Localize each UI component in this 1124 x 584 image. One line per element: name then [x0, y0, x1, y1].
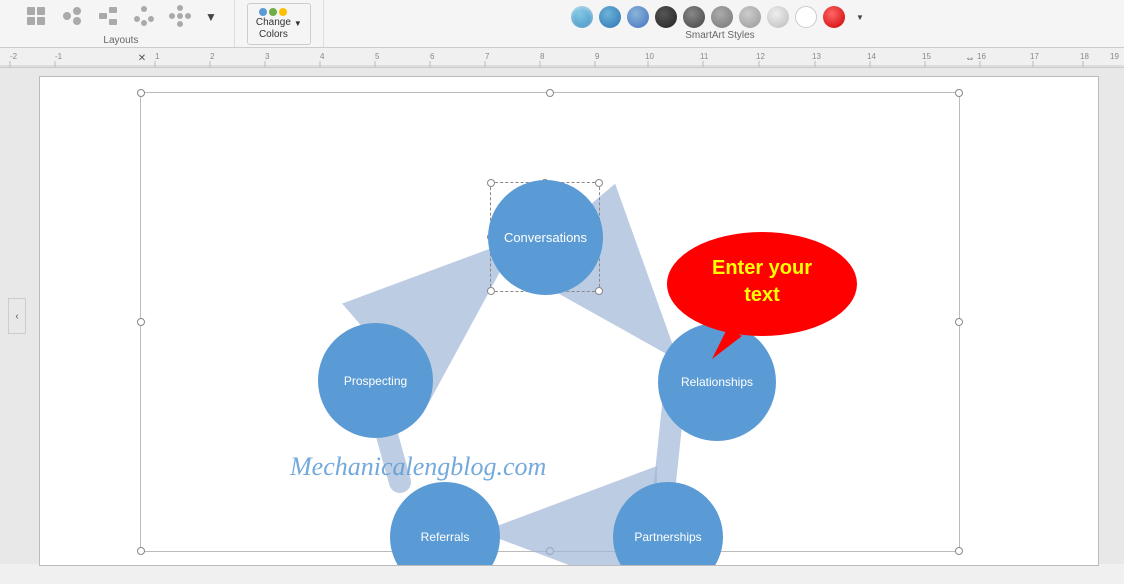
handle-tl[interactable] [137, 89, 145, 97]
svg-text:1: 1 [155, 52, 160, 61]
sidebar-collapse-button[interactable]: ‹ [8, 298, 26, 334]
ruler: ✕ -2 -1 1 2 3 4 5 6 7 8 9 1 [0, 48, 1124, 68]
change-label: Change [256, 17, 291, 28]
layout-btn-5[interactable] [164, 2, 196, 33]
style-swatch-4[interactable] [655, 6, 677, 28]
toolbar: ▼ Layouts Change Colors ▼ [0, 0, 1124, 48]
layout-btn-2[interactable] [56, 2, 88, 33]
arrows-svg [40, 77, 1098, 565]
handle-bl[interactable] [137, 547, 145, 555]
conv-handle-bl[interactable] [487, 287, 495, 295]
partnerships-node[interactable]: Partnerships [613, 482, 723, 566]
callout-bubble[interactable]: Enter your text [662, 229, 862, 364]
svg-text:-2: -2 [10, 52, 18, 61]
svg-text:13: 13 [812, 52, 821, 61]
svg-text:9: 9 [595, 52, 600, 61]
style-swatch-7[interactable] [739, 6, 761, 28]
layout-buttons: ▼ [20, 2, 222, 33]
partnerships-label: Partnerships [628, 524, 707, 550]
prospecting-node[interactable]: Prospecting [318, 323, 433, 438]
svg-text:16: 16 [977, 52, 986, 61]
change-colors-section: Change Colors ▼ [235, 0, 324, 47]
svg-text:5: 5 [375, 52, 380, 61]
layouts-label: Layouts [103, 35, 138, 46]
style-swatch-9[interactable] [795, 6, 817, 28]
style-swatch-3[interactable] [627, 6, 649, 28]
callout-svg: Enter your text [662, 229, 862, 359]
conversations-node[interactable]: Conversations [488, 180, 603, 295]
layout-dropdown-btn[interactable]: ▼ [200, 7, 222, 27]
conv-handle-tl[interactable] [487, 179, 495, 187]
svg-text:8: 8 [540, 52, 545, 61]
handle-ml[interactable] [137, 318, 145, 326]
layout-btn-3[interactable] [92, 2, 124, 33]
svg-text:✕: ✕ [138, 53, 146, 64]
svg-text:Enter your: Enter your [712, 257, 812, 279]
watermark-text: Mechanicalengblog.com [290, 452, 546, 482]
handle-mr[interactable] [955, 318, 963, 326]
svg-text:18: 18 [1080, 52, 1089, 61]
svg-text:12: 12 [756, 52, 765, 61]
style-swatch-2[interactable] [599, 6, 621, 28]
colors-label: Colors [259, 29, 288, 40]
style-swatch-5[interactable] [683, 6, 705, 28]
smartart-styles-more[interactable]: ▼ [851, 10, 869, 25]
style-swatch-10[interactable] [823, 6, 845, 28]
layout-btn-4[interactable] [128, 2, 160, 33]
svg-text:17: 17 [1030, 52, 1039, 61]
svg-text:6: 6 [430, 52, 435, 61]
svg-text:text: text [744, 284, 780, 306]
svg-text:⇔: ⇔ [965, 53, 975, 64]
svg-text:15: 15 [922, 52, 931, 61]
prospecting-label: Prospecting [336, 366, 415, 396]
handle-br[interactable] [955, 547, 963, 555]
collapse-icon: ‹ [15, 311, 18, 322]
svg-text:14: 14 [867, 52, 876, 61]
conv-handle-br[interactable] [595, 287, 603, 295]
referrals-node[interactable]: Referrals [390, 482, 500, 566]
layouts-section: ▼ Layouts [8, 0, 235, 47]
smartart-styles-label: SmartArt Styles [685, 30, 754, 41]
ruler-svg: ✕ -2 -1 1 2 3 4 5 6 7 8 9 1 [0, 48, 1124, 68]
layout-btn-1[interactable] [20, 2, 52, 33]
handle-tm[interactable] [546, 89, 554, 97]
svg-text:11: 11 [700, 52, 709, 61]
smartart-styles-section: ▼ SmartArt Styles [324, 0, 1116, 47]
svg-text:7: 7 [485, 52, 490, 61]
handle-tr[interactable] [955, 89, 963, 97]
svg-text:-1: -1 [55, 52, 63, 61]
conversations-label: Conversations [496, 222, 595, 253]
watermark-label: Mechanicalengblog.com [290, 452, 546, 481]
referrals-label: Referrals [415, 524, 476, 550]
relationships-label: Relationships [673, 367, 761, 397]
style-swatch-8[interactable] [767, 6, 789, 28]
svg-text:4: 4 [320, 52, 325, 61]
svg-text:3: 3 [265, 52, 270, 61]
svg-text:10: 10 [645, 52, 654, 61]
svg-text:2: 2 [210, 52, 215, 61]
style-swatch-1[interactable] [571, 6, 593, 28]
change-colors-button[interactable]: Change Colors ▼ [247, 3, 311, 45]
conv-handle-tr[interactable] [595, 179, 603, 187]
handle-bm[interactable] [546, 547, 554, 555]
svg-text:19: 19 [1110, 52, 1119, 61]
document-canvas: Conversations Relationships Partnerships… [39, 76, 1099, 566]
smartart-style-swatches: ▼ [571, 6, 869, 28]
style-swatch-6[interactable] [711, 6, 733, 28]
